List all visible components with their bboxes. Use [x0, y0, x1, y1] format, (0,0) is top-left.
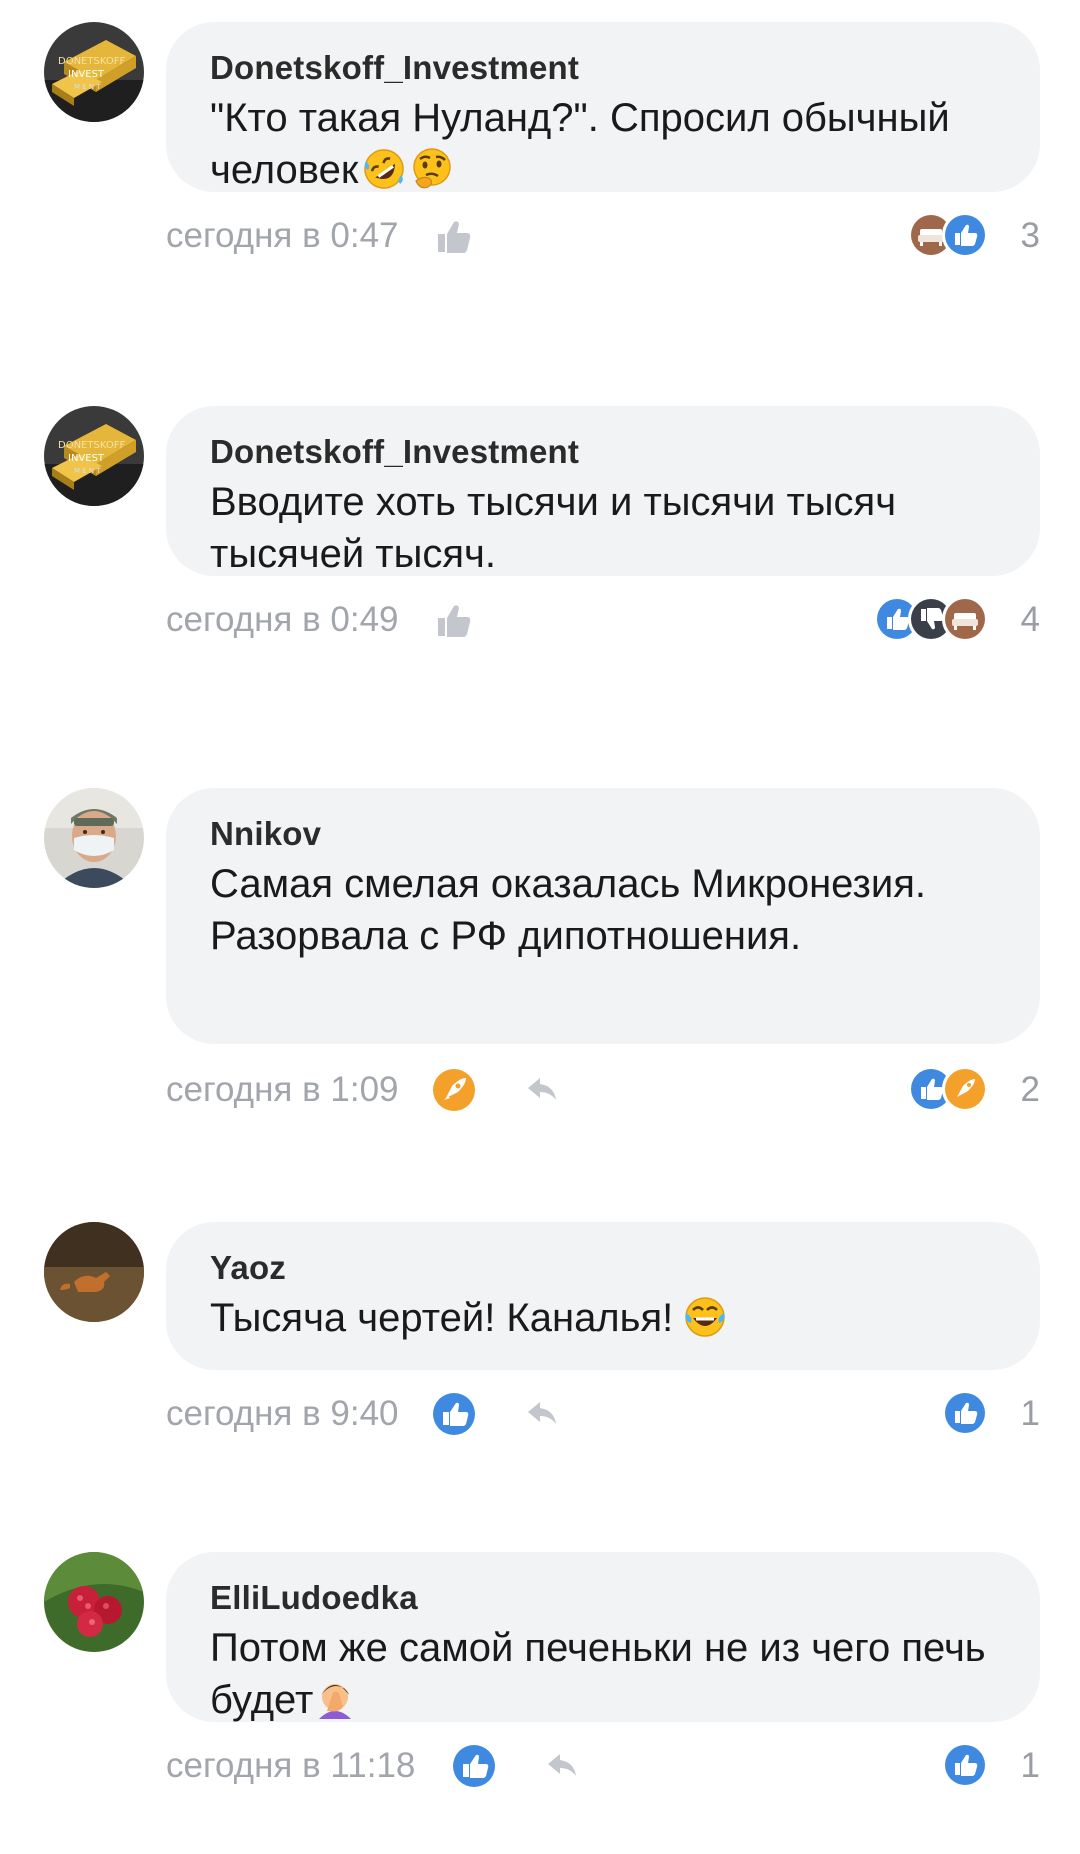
reaction-count: 1: [1020, 1394, 1040, 1433]
comment-text: Тысяча чертей! Каналья!: [210, 1292, 1000, 1344]
svg-text:M E N T: M E N T: [74, 467, 101, 475]
svg-text:INVEST: INVEST: [68, 453, 105, 464]
gold-bars-avatar: DONETSKOFF INVEST M E N T: [44, 406, 144, 506]
author-avatar[interactable]: DONETSKOFF INVEST M E N T: [44, 406, 144, 506]
laughing-tears-emoji: [683, 1295, 727, 1339]
reply-icon[interactable]: [520, 1068, 564, 1112]
thinking-emoji: [410, 147, 454, 191]
like-reaction: [942, 1742, 988, 1788]
comment-meta: сегодня в 9:40 1: [166, 1390, 1040, 1438]
fox-avatar: [44, 1222, 144, 1322]
author-avatar[interactable]: [44, 788, 144, 888]
comment-text: Потом же самой печеньки не из чего печь …: [210, 1626, 997, 1722]
rocket-reaction: [942, 1066, 988, 1112]
svg-text:INVEST: INVEST: [68, 69, 105, 80]
comment-text: Самая смелая оказалась Микронезия. Разор…: [210, 862, 938, 958]
comment-timestamp[interactable]: сегодня в 1:09: [166, 1070, 399, 1110]
svg-text:DONETSKOFF: DONETSKOFF: [58, 440, 125, 451]
author-avatar[interactable]: DONETSKOFF INVEST M E N T: [44, 22, 144, 122]
comment-timestamp[interactable]: сегодня в 0:49: [166, 600, 399, 640]
comment-bubble: Donetskoff_Investment Вводите хоть тысяч…: [166, 406, 1040, 576]
comment-timestamp[interactable]: сегодня в 0:47: [166, 216, 399, 256]
reaction-count: 3: [1020, 216, 1040, 255]
rofl-emoji: [362, 147, 406, 191]
like-outline-icon[interactable]: [432, 214, 476, 258]
raspberry-avatar: [44, 1552, 144, 1652]
masked-man-avatar: [44, 788, 144, 888]
reaction-summary[interactable]: [908, 1066, 988, 1114]
comment-meta: сегодня в 0:47 3: [166, 212, 1040, 260]
like-reaction-button[interactable]: [432, 1392, 476, 1436]
reaction-count: 1: [1020, 1746, 1040, 1785]
comment-meta: сегодня в 11:18 1: [166, 1742, 1040, 1790]
reaction-summary[interactable]: [942, 1390, 988, 1438]
comment-text: "Кто такая Нуланд?". Спросил обычный чел…: [210, 92, 1000, 196]
comment-author[interactable]: Nnikov: [210, 814, 1000, 854]
comment-bubble: Nnikov Самая смелая оказалась Микронезия…: [166, 788, 1040, 1044]
reply-icon[interactable]: [520, 1392, 564, 1436]
svg-text:M E N T: M E N T: [74, 83, 101, 91]
reaction-count: 4: [1020, 600, 1040, 639]
comment-author[interactable]: ElliLudoedka: [210, 1578, 1000, 1618]
reaction-summary[interactable]: [874, 596, 988, 644]
reaction-summary[interactable]: [908, 212, 988, 260]
like-reaction-button[interactable]: [452, 1744, 496, 1788]
comment-timestamp[interactable]: сегодня в 9:40: [166, 1394, 399, 1434]
comment-bubble: Donetskoff_Investment "Кто такая Нуланд?…: [166, 22, 1040, 192]
reaction-count: 2: [1020, 1070, 1040, 1109]
comment-bubble: ElliLudoedka Потом же самой печеньки не …: [166, 1552, 1040, 1722]
svg-text:DONETSKOFF: DONETSKOFF: [58, 56, 125, 67]
gold-bars-avatar: DONETSKOFF INVEST M E N T: [44, 22, 144, 122]
comment-author[interactable]: Donetskoff_Investment: [210, 48, 1000, 88]
sofa-reaction: [942, 596, 988, 642]
comment-timestamp[interactable]: сегодня в 11:18: [166, 1746, 415, 1786]
like-outline-icon[interactable]: [432, 598, 476, 642]
author-avatar[interactable]: [44, 1222, 144, 1322]
facepalm-emoji: [313, 1677, 357, 1721]
comment-meta: сегодня в 1:09 2: [166, 1066, 1040, 1114]
like-reaction: [942, 212, 988, 258]
comment-bubble: Yaoz Тысяча чертей! Каналья!: [166, 1222, 1040, 1370]
comment-meta: сегодня в 0:49 4: [166, 596, 1040, 644]
comment-text: Вводите хоть тысячи и тысячи тысяч тысяч…: [210, 480, 908, 576]
reply-icon[interactable]: [540, 1744, 584, 1788]
comment-author[interactable]: Yaoz: [210, 1248, 1000, 1288]
reaction-summary[interactable]: [942, 1742, 988, 1790]
like-reaction: [942, 1390, 988, 1436]
comment-author[interactable]: Donetskoff_Investment: [210, 432, 1000, 472]
rocket-reaction-button[interactable]: [432, 1068, 476, 1112]
author-avatar[interactable]: [44, 1552, 144, 1652]
